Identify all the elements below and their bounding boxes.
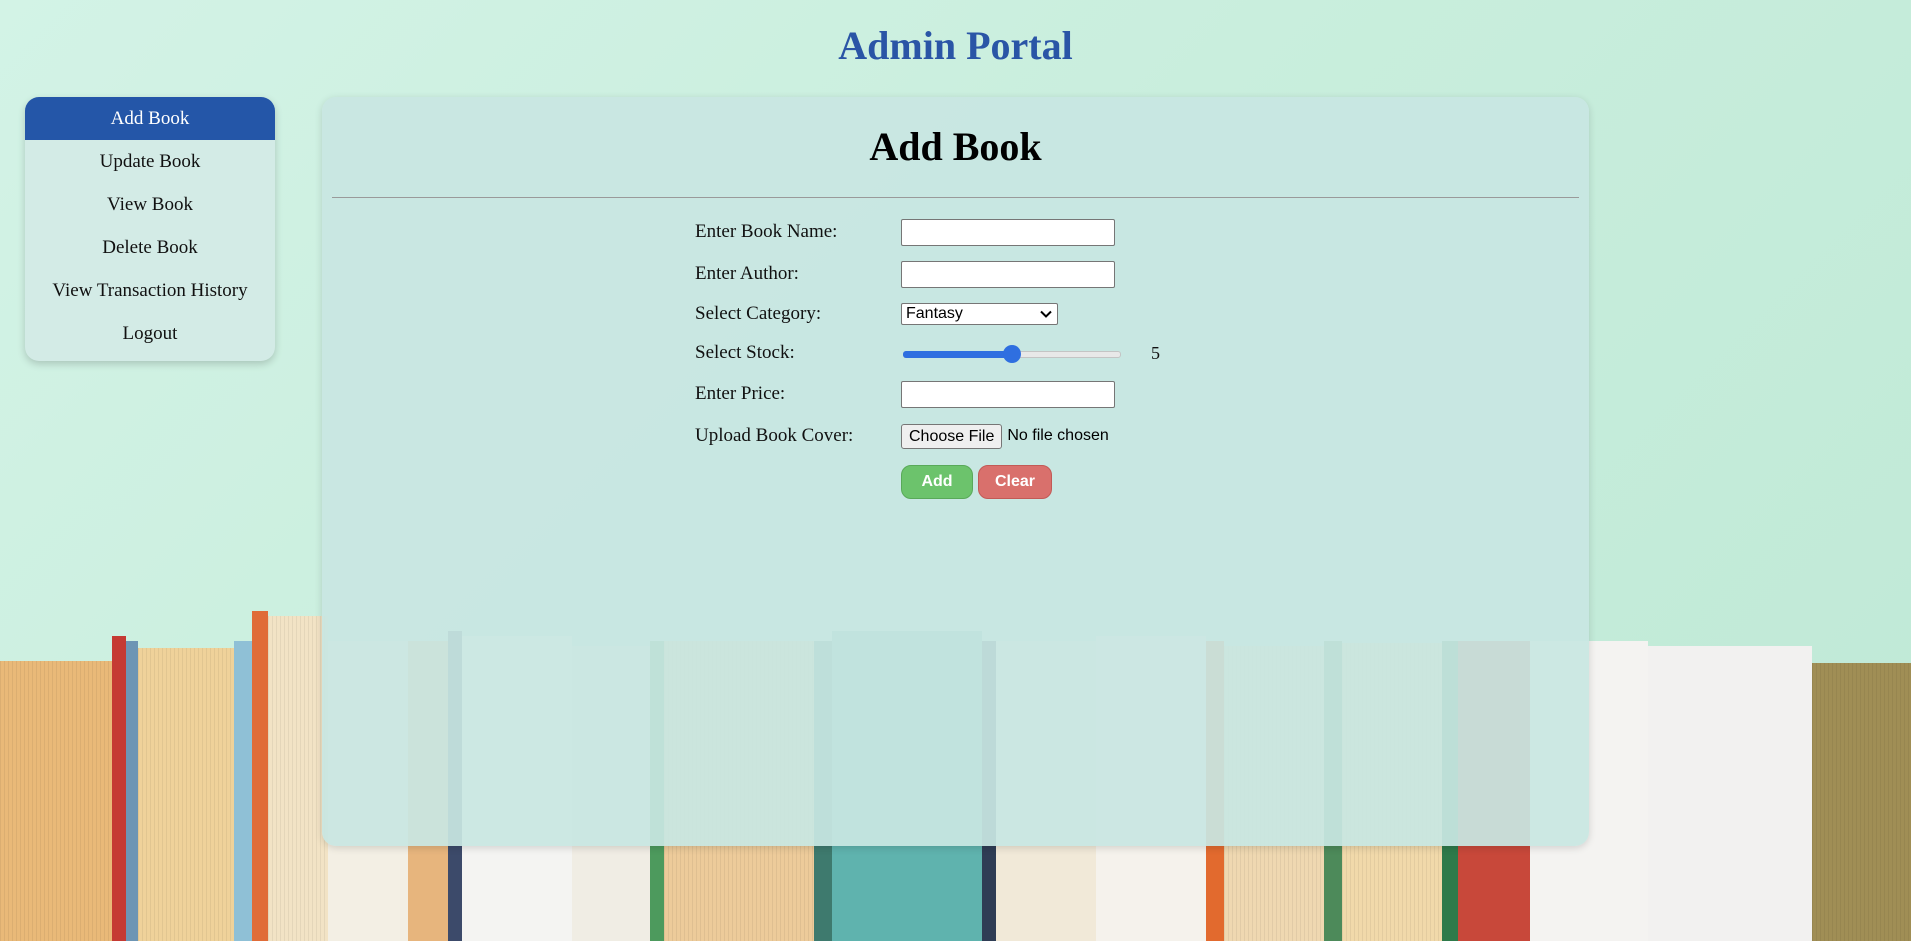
choose-file-button[interactable]: Choose File: [901, 423, 1003, 449]
category-selected-value: Fantasy: [906, 305, 963, 322]
panel-heading: Add Book: [869, 124, 1042, 169]
sidebar-item-update-book[interactable]: Update Book: [25, 140, 275, 183]
chevron-down-icon: [1040, 310, 1052, 318]
cover-row: Upload Book Cover: Choose File No file c…: [695, 421, 1109, 451]
price-input[interactable]: [901, 380, 1115, 408]
heading-divider: [332, 197, 1579, 198]
main-panel: Add Book Enter Book Name: Enter Author: …: [322, 97, 1589, 846]
author-row: Enter Author:: [695, 259, 1115, 289]
file-status: No file chosen: [1007, 427, 1109, 444]
sidebar-item-view-transaction-history[interactable]: View Transaction History: [25, 269, 275, 312]
slider-thumb[interactable]: [1003, 345, 1021, 363]
category-select[interactable]: Fantasy: [901, 303, 1058, 325]
category-row: Select Category: Fantasy: [695, 299, 1058, 329]
stock-row: Select Stock: 5: [695, 338, 1160, 368]
slider-fill: [903, 351, 1012, 358]
sidebar-item-add-book[interactable]: Add Book: [25, 97, 275, 140]
cover-label: Upload Book Cover:: [695, 425, 854, 446]
sidebar-item-logout[interactable]: Logout: [25, 312, 275, 355]
sidebar-item-view-book[interactable]: View Book: [25, 183, 275, 226]
book-name-input[interactable]: [901, 218, 1115, 246]
price-row: Enter Price:: [695, 379, 1115, 409]
author-input[interactable]: [901, 260, 1115, 288]
book-name-label: Enter Book Name:: [695, 221, 838, 242]
add-button[interactable]: Add: [901, 465, 973, 499]
sidebar: Add Book Update Book View Book Delete Bo…: [25, 97, 275, 361]
action-row: Add Clear: [695, 465, 1052, 499]
author-label: Enter Author:: [695, 263, 799, 284]
sidebar-item-delete-book[interactable]: Delete Book: [25, 226, 275, 269]
page-title: Admin Portal: [838, 23, 1073, 68]
clear-button[interactable]: Clear: [978, 465, 1052, 499]
category-label: Select Category:: [695, 303, 822, 324]
stock-value: 5: [1151, 342, 1160, 363]
book-name-row: Enter Book Name:: [695, 217, 1115, 247]
stock-slider[interactable]: [903, 343, 1121, 363]
stock-label: Select Stock:: [695, 342, 795, 363]
price-label: Enter Price:: [695, 383, 786, 404]
